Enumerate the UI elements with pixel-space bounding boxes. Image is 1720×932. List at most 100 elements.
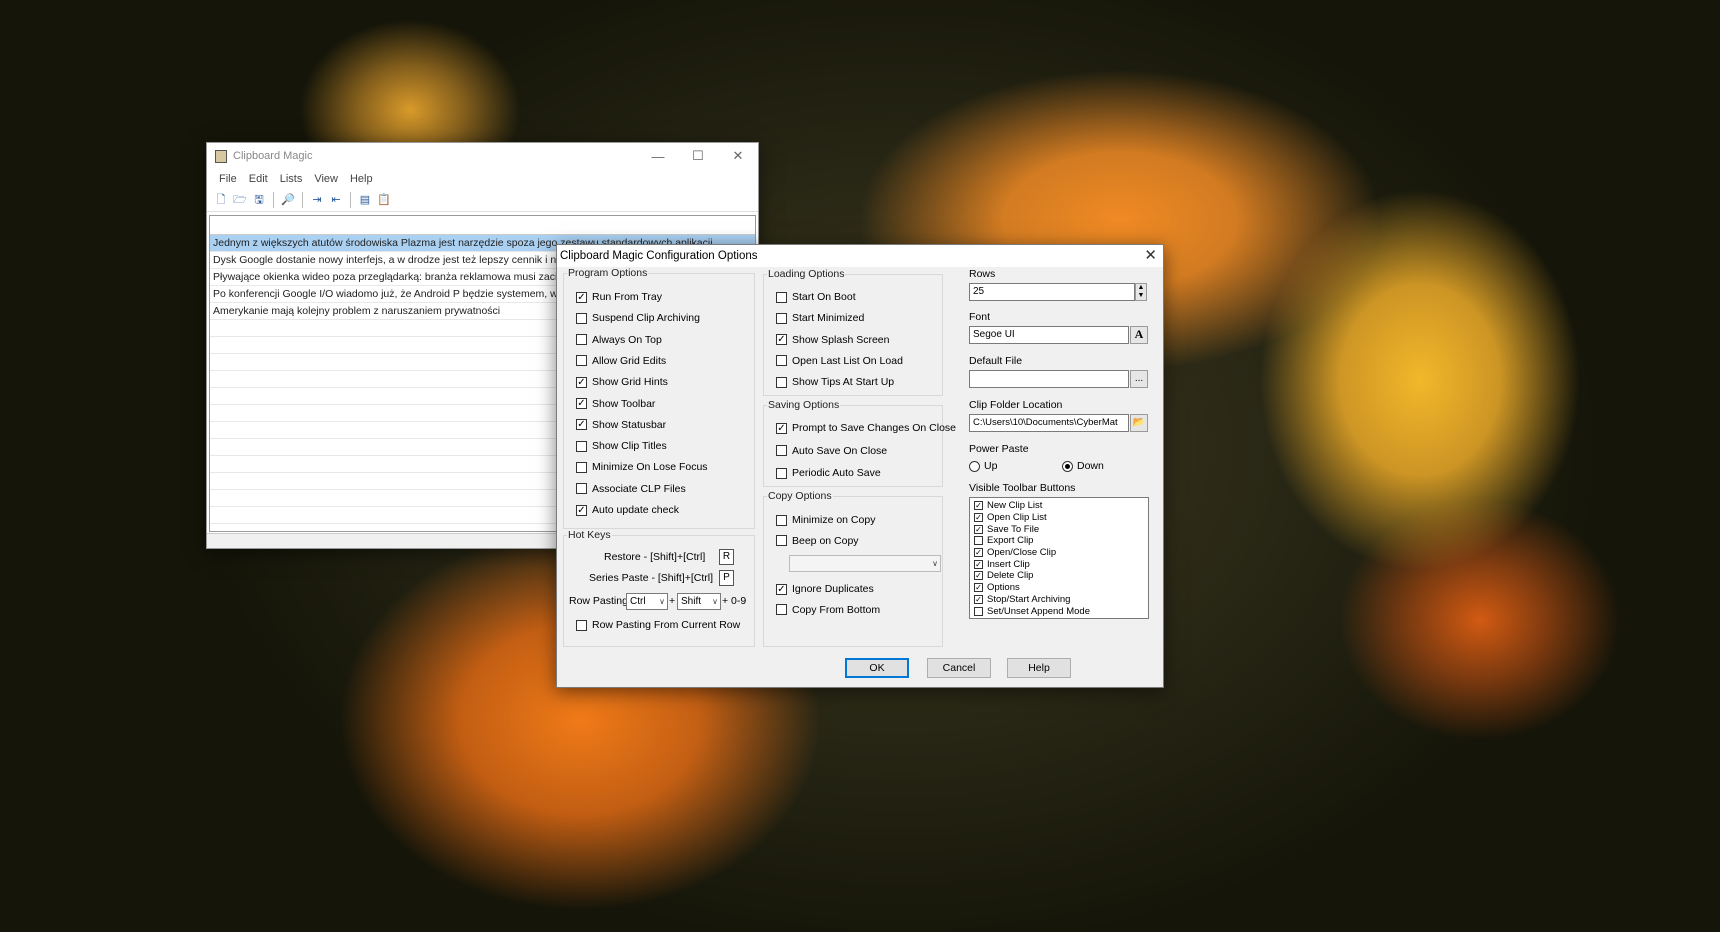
- option-checkbox[interactable]: Show Tips At Start Up: [776, 376, 894, 388]
- menu-view[interactable]: View: [308, 173, 344, 185]
- toolbar-button-option[interactable]: Open Clip List: [970, 512, 1148, 524]
- menu-edit[interactable]: Edit: [243, 173, 274, 185]
- checkbox-box[interactable]: [576, 312, 587, 324]
- help-button[interactable]: Help: [1007, 658, 1071, 678]
- checkbox-box[interactable]: [974, 524, 983, 534]
- new-list-icon[interactable]: 🗋: [213, 192, 229, 208]
- font-field[interactable]: Segoe UI: [969, 326, 1129, 344]
- option-checkbox[interactable]: Associate CLP Files: [576, 483, 686, 495]
- checkbox-box[interactable]: [974, 606, 983, 616]
- options-icon[interactable]: ▤: [357, 192, 373, 208]
- checkbox-box[interactable]: [776, 535, 787, 546]
- toolbar-button-option[interactable]: Open/Close Clip: [970, 547, 1148, 559]
- option-checkbox[interactable]: Always On Top: [576, 334, 662, 346]
- toolbar-button-option[interactable]: Set/Unset Append Mode: [970, 605, 1148, 617]
- default-file-browse-button[interactable]: ...: [1130, 370, 1148, 388]
- folder-browse-icon[interactable]: 📂: [1130, 414, 1148, 432]
- menu-help[interactable]: Help: [344, 173, 379, 185]
- option-checkbox[interactable]: Ignore Duplicates: [776, 583, 874, 595]
- save-icon[interactable]: 🖫: [251, 192, 267, 208]
- rows-spinner[interactable]: ▲ ▼: [1135, 283, 1147, 301]
- power-paste-down-radio[interactable]: Down: [1062, 460, 1104, 472]
- checkbox-box[interactable]: [974, 501, 983, 511]
- series-paste-key-field[interactable]: P: [719, 570, 734, 586]
- row-pasting-current-row-checkbox[interactable]: Row Pasting From Current Row: [576, 619, 740, 631]
- option-checkbox[interactable]: Allow Grid Edits: [576, 355, 666, 367]
- option-checkbox[interactable]: Open Last List On Load: [776, 355, 903, 367]
- clip-folder-field[interactable]: C:\Users\10\Documents\CyberMat: [969, 414, 1129, 432]
- open-folder-icon[interactable]: 🗁: [232, 192, 248, 208]
- power-paste-up-radio[interactable]: Up: [969, 460, 997, 472]
- checkbox-box[interactable]: [776, 604, 787, 615]
- option-checkbox[interactable]: Minimize on Copy: [776, 514, 875, 526]
- checkbox-box[interactable]: [974, 583, 983, 593]
- checkbox-box[interactable]: [776, 467, 787, 479]
- option-checkbox[interactable]: Minimize On Lose Focus: [576, 461, 708, 473]
- search-icon[interactable]: 🔎: [280, 192, 296, 208]
- menu-lists[interactable]: Lists: [274, 173, 309, 185]
- option-checkbox[interactable]: Auto Save On Close: [776, 445, 887, 457]
- checkbox-box[interactable]: [776, 583, 787, 595]
- option-checkbox[interactable]: Show Toolbar: [576, 398, 655, 410]
- checkbox-box[interactable]: [974, 548, 983, 558]
- row-pasting-modifier2-select[interactable]: Shift ∨: [677, 593, 721, 610]
- option-checkbox[interactable]: Show Splash Screen: [776, 334, 889, 346]
- checkbox-box[interactable]: [776, 312, 787, 324]
- checkbox-box[interactable]: [776, 514, 787, 526]
- option-checkbox[interactable]: Prompt to Save Changes On Close: [776, 422, 956, 434]
- default-file-field[interactable]: [969, 370, 1129, 388]
- restore-key-field[interactable]: R: [719, 549, 734, 565]
- checkbox-box[interactable]: [576, 398, 587, 409]
- checkbox-box[interactable]: [974, 536, 983, 546]
- checkbox-box[interactable]: [974, 559, 983, 569]
- checkbox-box[interactable]: [974, 513, 983, 523]
- option-checkbox[interactable]: Show Clip Titles: [576, 440, 667, 452]
- close-icon[interactable]: ✕: [718, 148, 758, 164]
- dialog-close-icon[interactable]: ✕: [1144, 245, 1157, 267]
- ok-button[interactable]: OK: [845, 658, 909, 678]
- option-checkbox[interactable]: Start Minimized: [776, 312, 864, 324]
- checkbox-box[interactable]: [576, 334, 587, 346]
- font-picker-button[interactable]: A: [1130, 326, 1148, 344]
- menu-file[interactable]: File: [213, 173, 243, 185]
- checkbox-box[interactable]: [776, 334, 787, 346]
- checkbox-box[interactable]: [776, 422, 787, 434]
- option-checkbox[interactable]: Show Statusbar: [576, 419, 666, 431]
- option-checkbox[interactable]: Beep on Copy: [776, 535, 859, 547]
- checkbox-box[interactable]: [576, 440, 587, 452]
- radio-circle[interactable]: [969, 460, 980, 472]
- outdent-icon[interactable]: ⇤: [328, 192, 344, 208]
- rows-field[interactable]: 25: [969, 283, 1135, 301]
- checkbox-box[interactable]: [576, 376, 587, 388]
- radio-circle[interactable]: [1062, 460, 1073, 472]
- option-checkbox[interactable]: Auto update check: [576, 504, 679, 516]
- option-checkbox[interactable]: Show Grid Hints: [576, 376, 668, 388]
- checkbox-box[interactable]: [576, 483, 587, 495]
- checkbox-box[interactable]: [776, 355, 787, 367]
- row-pasting-modifier1-select[interactable]: Ctrl ∨: [626, 593, 668, 610]
- checkbox-box[interactable]: [974, 594, 983, 604]
- checkbox-box[interactable]: [576, 291, 587, 303]
- checkbox-box[interactable]: [974, 571, 983, 581]
- checkbox-box[interactable]: [576, 355, 587, 367]
- toolbar-button-option[interactable]: New Clip List: [970, 500, 1148, 512]
- toolbar-button-option[interactable]: Insert Clip: [970, 558, 1148, 570]
- option-checkbox[interactable]: Copy From Bottom: [776, 604, 880, 616]
- toolbar-buttons-list[interactable]: New Clip ListOpen Clip ListSave To FileE…: [969, 497, 1149, 619]
- option-checkbox[interactable]: Run From Tray: [576, 291, 662, 303]
- checkbox-box[interactable]: [776, 445, 787, 456]
- maximize-icon[interactable]: ☐: [678, 148, 718, 164]
- toolbar-button-option[interactable]: Save To File: [970, 523, 1148, 535]
- toolbar-button-option[interactable]: Export Clip: [970, 535, 1148, 547]
- checkbox-box[interactable]: [576, 419, 587, 431]
- option-checkbox[interactable]: Periodic Auto Save: [776, 467, 881, 479]
- checkbox-box[interactable]: [576, 461, 587, 473]
- checkbox-box[interactable]: [576, 619, 587, 631]
- toolbar-button-option[interactable]: Stop/Start Archiving: [970, 594, 1148, 606]
- toolbar-button-option[interactable]: Delete Clip: [970, 570, 1148, 582]
- minimize-icon[interactable]: —: [638, 149, 678, 164]
- indent-icon[interactable]: ⇥: [309, 192, 325, 208]
- toolbar-button-option[interactable]: Options: [970, 582, 1148, 594]
- checkbox-box[interactable]: [776, 291, 787, 303]
- clipboard-icon[interactable]: 📋: [376, 192, 392, 208]
